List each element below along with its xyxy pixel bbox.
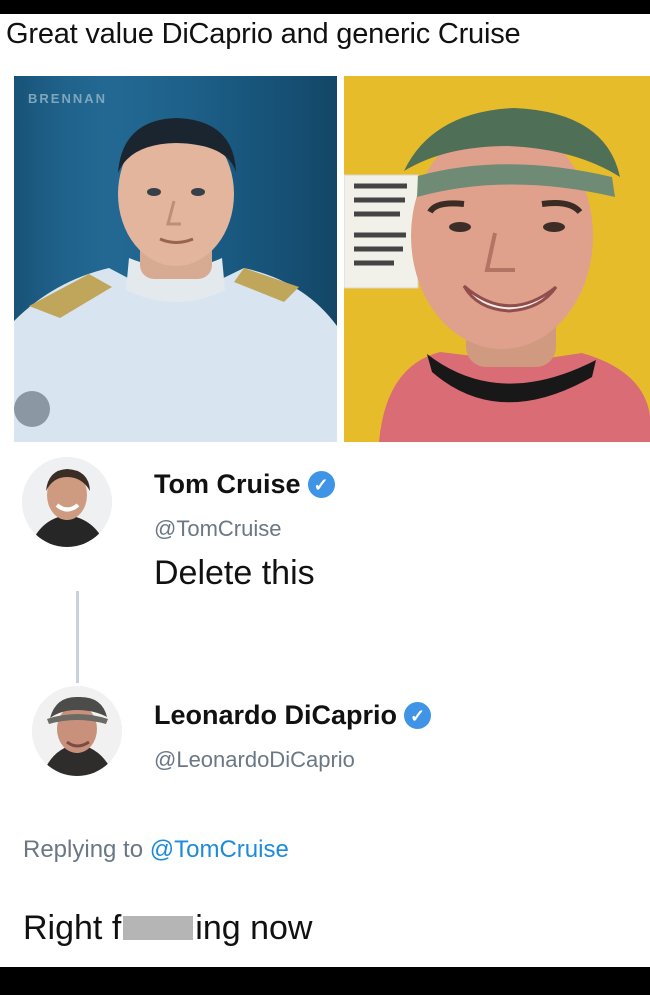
- tweet-2-display-name[interactable]: Leonardo DiCaprio: [154, 700, 397, 731]
- meme-frame: Great value DiCaprio and generic Cruise: [0, 14, 650, 967]
- tweet-2-name-row: Leonardo DiCaprio ✓: [154, 700, 432, 731]
- tweet-2-text-after: ing now: [195, 909, 313, 947]
- left-photo: BRENNAN: [14, 76, 337, 442]
- tweet-1-handle[interactable]: @TomCruise: [154, 516, 281, 542]
- replying-mention-link[interactable]: @TomCruise: [150, 836, 289, 863]
- tweet-2-handle[interactable]: @LeonardoDiCaprio: [154, 747, 355, 773]
- replying-to-line: Replying to @TomCruise: [23, 836, 289, 864]
- replying-prefix: Replying to: [23, 836, 144, 863]
- verified-badge-icon: ✓: [307, 471, 335, 498]
- tom-cruise-avatar[interactable]: [22, 457, 112, 547]
- tweet-1-name-row: Tom Cruise ✓: [154, 469, 335, 500]
- left-photo-illustration: [14, 76, 337, 442]
- verified-badge-icon: ✓: [404, 702, 432, 729]
- watermark: BRENNAN: [28, 91, 107, 106]
- censor-bar: [123, 916, 194, 941]
- right-photo-illustration: [344, 76, 650, 442]
- tweet-2-text: Right f ing now: [23, 909, 312, 948]
- right-photo: [344, 76, 650, 442]
- meme-caption: Great value DiCaprio and generic Cruise: [6, 18, 521, 50]
- reply-thread-line: [76, 591, 79, 683]
- leonardo-dicaprio-avatar-illustration: [32, 686, 122, 776]
- tweet-1-display-name[interactable]: Tom Cruise: [154, 469, 301, 500]
- tweet-2-text-before: Right f: [23, 909, 122, 947]
- tom-cruise-avatar-illustration: [22, 457, 112, 547]
- tweet-1-text: Delete this: [154, 554, 315, 592]
- leonardo-dicaprio-avatar[interactable]: [32, 686, 122, 776]
